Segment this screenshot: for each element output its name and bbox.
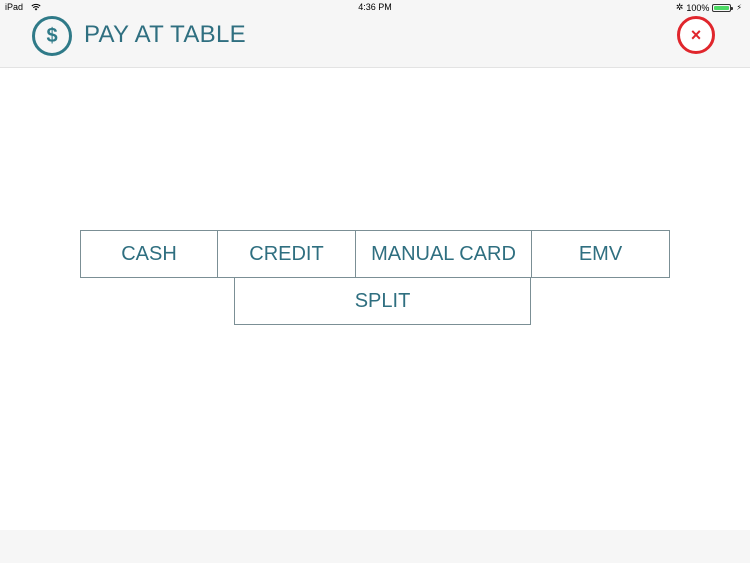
- close-icon: ×: [690, 24, 702, 45]
- status-right: ✲ 100% ⚡: [676, 2, 742, 13]
- header-bar: $ PAY AT TABLE ×: [0, 14, 750, 68]
- status-time: 4:36 PM: [358, 2, 392, 12]
- split-button[interactable]: SPLIT: [234, 277, 531, 325]
- credit-button[interactable]: CREDIT: [217, 230, 356, 278]
- battery-percent: 100%: [686, 2, 710, 13]
- manual-card-button[interactable]: MANUAL CARD: [355, 230, 532, 278]
- bluetooth-icon: ✲: [675, 2, 684, 12]
- emv-button[interactable]: EMV: [531, 230, 670, 278]
- cash-button[interactable]: CASH: [80, 230, 218, 278]
- footer-bar: [0, 530, 750, 563]
- close-button[interactable]: ×: [677, 16, 715, 54]
- charging-icon: ⚡: [736, 3, 742, 12]
- page-title: PAY AT TABLE: [84, 21, 246, 48]
- status-bar: iPad 4:36 PM ✲ 100% ⚡: [0, 0, 750, 14]
- dollar-icon: $: [32, 16, 72, 56]
- battery-icon: [712, 3, 734, 12]
